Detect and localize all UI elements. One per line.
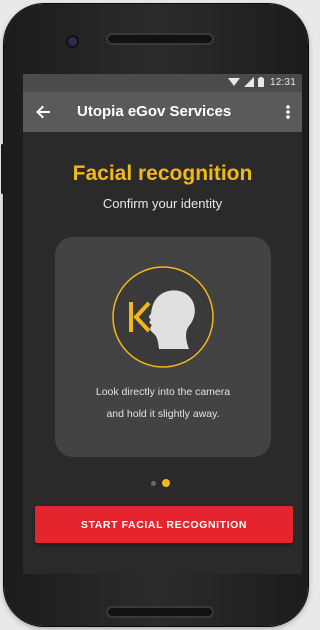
page-indicator xyxy=(151,478,170,488)
earpiece-speaker xyxy=(106,33,214,45)
signal-icon xyxy=(244,76,254,90)
back-button[interactable] xyxy=(33,102,53,122)
more-vertical-icon xyxy=(286,105,290,119)
face-scan-icon xyxy=(111,265,215,369)
status-time: 12:31 xyxy=(269,77,296,88)
page-dot-1[interactable] xyxy=(151,480,156,486)
battery-icon xyxy=(258,76,264,90)
phone-side-button xyxy=(1,144,4,194)
page-subtitle: Confirm your identity xyxy=(102,196,223,211)
status-icons xyxy=(228,76,264,90)
wifi-icon xyxy=(228,77,240,90)
instruction-line-2: and hold it slightly away. xyxy=(106,408,220,420)
bottom-speaker xyxy=(106,606,214,618)
app-bar: Utopia eGov Services xyxy=(23,92,302,132)
arrow-left-icon xyxy=(36,105,50,119)
overflow-menu-button[interactable] xyxy=(280,102,296,122)
start-facial-recognition-button[interactable]: START FACIAL RECOGNITION xyxy=(35,506,293,543)
status-bar: 12:31 xyxy=(23,74,302,92)
instruction-line-1: Look directly into the camera xyxy=(95,386,231,398)
app-title: Utopia eGov Services xyxy=(77,103,232,120)
page-dot-2-active[interactable] xyxy=(162,479,170,487)
app-screen: 12:31 Utopia eGov Services Facial recogn… xyxy=(23,74,302,574)
phone-frame: 12:31 Utopia eGov Services Facial recogn… xyxy=(1,4,308,626)
instruction-card: Look directly into the camera and hold i… xyxy=(55,237,271,457)
front-camera xyxy=(68,37,77,46)
page-title: Facial recognition xyxy=(72,162,253,185)
